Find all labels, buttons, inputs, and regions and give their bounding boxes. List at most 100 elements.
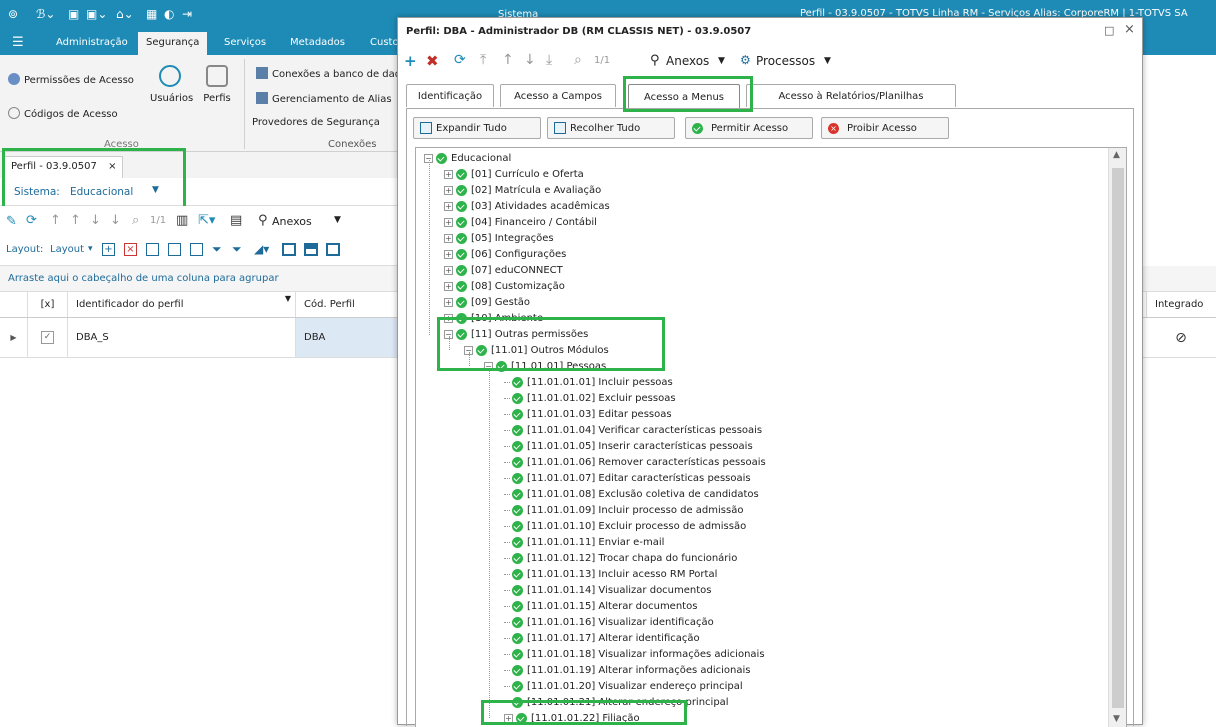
search-icon[interactable]: ⌕ xyxy=(132,213,139,228)
tree-node-leaf[interactable]: [11.01.01.20] Visualizar endereço princi… xyxy=(504,678,743,694)
view-form-icon[interactable] xyxy=(326,243,340,256)
import-layout-icon[interactable] xyxy=(168,243,181,256)
tree-scrollbar[interactable]: ▲ ▼ xyxy=(1108,148,1126,727)
allowed-check-icon[interactable] xyxy=(512,648,523,660)
export-icon[interactable]: ⇱▾ xyxy=(198,213,215,228)
tree-node-leaf[interactable]: [11.01.01.06] Remover características pe… xyxy=(504,454,766,470)
tree-node-leaf[interactable]: [11.01.01.18] Visualizar informações adi… xyxy=(504,646,765,662)
scroll-down-icon[interactable]: ▼ xyxy=(1113,714,1120,724)
tree-node-leaf[interactable]: [11.01.01.16] Visualizar identificação xyxy=(504,614,714,630)
expand-node-icon[interactable]: + xyxy=(444,233,453,243)
columns-icon[interactable]: ▥ xyxy=(176,213,188,228)
allowed-check-icon[interactable] xyxy=(456,200,467,212)
gerenciamento-alias-button[interactable]: Gerenciamento de Alias xyxy=(256,92,392,105)
tree-node-leaf[interactable]: [11.01.01.07] Editar características pes… xyxy=(504,470,751,486)
last-record-icon[interactable]: ⤓ xyxy=(546,52,552,68)
save-layout-icon[interactable] xyxy=(146,243,159,256)
search-icon[interactable]: ⌕ xyxy=(574,52,582,68)
tree-node-leaf[interactable]: [11.01.01.13] Incluir acesso RM Portal xyxy=(504,566,717,582)
allowed-check-icon[interactable] xyxy=(512,616,523,628)
tree-node-level1[interactable]: + [01] Currículo e Oferta xyxy=(444,166,584,182)
export-layout-icon[interactable] xyxy=(190,243,203,256)
menu-seguranca[interactable]: Segurança xyxy=(138,32,208,55)
last-icon[interactable]: ↓ xyxy=(110,213,121,228)
allowed-check-icon[interactable] xyxy=(456,184,467,196)
allowed-check-icon[interactable] xyxy=(512,488,523,500)
grid-quick-icon[interactable]: ▣ xyxy=(68,7,79,21)
calc-icon[interactable]: ▦ xyxy=(146,7,157,21)
allowed-check-icon[interactable] xyxy=(512,392,523,404)
tree-node-level1[interactable]: + [03] Atividades acadêmicas xyxy=(444,198,610,214)
close-icon[interactable]: × xyxy=(1124,22,1135,37)
add-layout-icon[interactable]: + xyxy=(102,243,115,256)
scroll-up-icon[interactable]: ▲ xyxy=(1113,150,1120,160)
allowed-check-icon[interactable] xyxy=(456,280,467,292)
header-cod-perfil[interactable]: Cód. Perfil xyxy=(296,292,400,317)
allowed-check-icon[interactable] xyxy=(512,552,523,564)
anexos-button[interactable]: Anexos xyxy=(272,215,312,228)
allowed-check-icon[interactable] xyxy=(512,520,523,532)
menu-metadados[interactable]: Metadados xyxy=(290,37,345,48)
allowed-check-icon[interactable] xyxy=(512,472,523,484)
allowed-check-icon[interactable] xyxy=(512,424,523,436)
expand-node-icon[interactable]: + xyxy=(444,265,453,275)
tree-node-leaf[interactable]: [11.01.01.11] Enviar e-mail xyxy=(504,534,664,550)
tree-node-level1[interactable]: + [09] Gestão xyxy=(444,294,530,310)
next-icon[interactable]: ↓ xyxy=(90,213,101,228)
app-logo-icon[interactable]: ⊚ xyxy=(8,7,18,21)
gear-icon[interactable]: ⚙ xyxy=(740,53,751,67)
allowed-check-icon[interactable] xyxy=(456,248,467,260)
delete-layout-icon[interactable]: × xyxy=(124,243,137,256)
header-check[interactable]: [x] xyxy=(28,292,68,317)
header-identificador[interactable]: Identificador do perfil ▼ xyxy=(68,292,296,317)
allowed-check-icon[interactable] xyxy=(456,232,467,244)
row-checkbox[interactable]: ✓ xyxy=(28,318,68,357)
tree-node-educacional[interactable]: − Educacional xyxy=(424,150,511,166)
allowed-check-icon[interactable] xyxy=(456,296,467,308)
allowed-check-icon[interactable] xyxy=(512,584,523,596)
tree-node-level1[interactable]: + [08] Customização xyxy=(444,278,565,294)
menu-custo[interactable]: Custo xyxy=(370,37,399,48)
allowed-check-icon[interactable] xyxy=(512,632,523,644)
tree-node-leaf[interactable]: [11.01.01.14] Visualizar documentos xyxy=(504,582,712,598)
first-record-icon[interactable]: ⤒ xyxy=(480,52,486,68)
provedores-seguranca-button[interactable]: Provedores de Segurança xyxy=(252,117,380,128)
home-icon[interactable]: ⌂⌄ xyxy=(116,7,134,21)
edit-icon[interactable]: ✎ xyxy=(6,214,17,229)
tree-node-level1[interactable]: + [05] Integrações xyxy=(444,230,554,246)
recolher-tudo-button[interactable]: Recolher Tudo xyxy=(547,117,675,139)
tree-node-leaf[interactable]: [11.01.01.10] Excluir processo de admiss… xyxy=(504,518,746,534)
processos-chevron-icon[interactable]: ▼ xyxy=(824,56,831,66)
tree-node-leaf[interactable]: [11.01.01.15] Alterar documentos xyxy=(504,598,697,614)
allowed-check-icon[interactable] xyxy=(512,568,523,580)
add-icon[interactable]: + xyxy=(404,52,417,70)
allowed-check-icon[interactable] xyxy=(512,456,523,468)
allowed-check-icon[interactable] xyxy=(512,680,523,692)
anexos-dropdown-icon[interactable]: ▼ xyxy=(334,215,341,225)
permitir-acesso-button[interactable]: Permitir Acesso xyxy=(685,117,813,139)
expand-node-icon[interactable]: + xyxy=(444,169,453,179)
tab-acesso-relatorios[interactable]: Acesso à Relatórios/Planilhas xyxy=(746,84,956,107)
layout-chevron-icon[interactable]: ▾ xyxy=(88,244,93,254)
allowed-check-icon[interactable] xyxy=(512,600,523,612)
anexos-chevron-icon[interactable]: ▼ xyxy=(718,56,725,66)
perfis-button[interactable]: Perfis xyxy=(200,65,234,104)
tree-node-level1[interactable]: + [02] Matrícula e Avaliação xyxy=(444,182,601,198)
report-icon[interactable]: ▤ xyxy=(230,213,242,228)
expand-node-icon[interactable]: + xyxy=(444,281,453,291)
allowed-check-icon[interactable] xyxy=(512,440,523,452)
usuarios-button[interactable]: Usuários xyxy=(150,65,193,104)
delete-icon[interactable]: ✖ xyxy=(426,52,439,70)
expandir-tudo-button[interactable]: Expandir Tudo xyxy=(413,117,541,139)
tree-node-level1[interactable]: + [06] Configurações xyxy=(444,246,566,262)
prev-icon[interactable]: ↑ xyxy=(70,213,81,228)
main-menu-icon[interactable]: ☰ xyxy=(12,35,24,50)
tree-node-level1[interactable]: + [04] Financeiro / Contábil xyxy=(444,214,597,230)
view-split-icon[interactable] xyxy=(304,243,318,256)
expand-node-icon[interactable]: + xyxy=(444,297,453,307)
row-expand-icon[interactable]: ▶ xyxy=(0,318,28,357)
menu-servicos[interactable]: Serviços xyxy=(224,37,266,48)
expand-node-icon[interactable]: + xyxy=(444,217,453,227)
codigos-acesso-button[interactable]: Códigos de Acesso xyxy=(8,107,118,120)
layout-dropdown[interactable]: Layout xyxy=(50,244,84,255)
